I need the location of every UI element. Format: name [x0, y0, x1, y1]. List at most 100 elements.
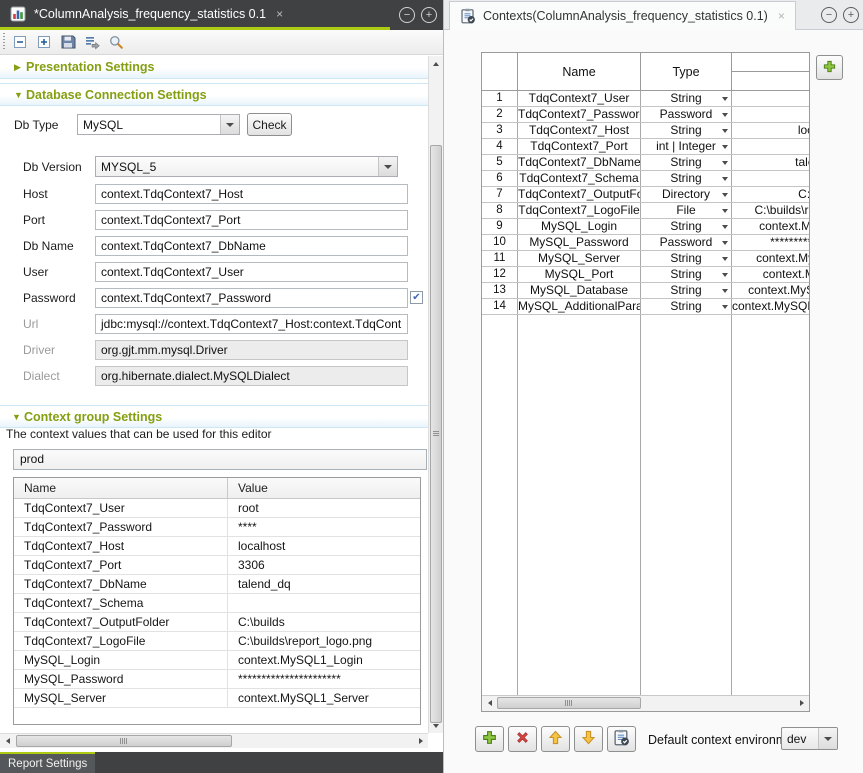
context-variable-row[interactable]: 12MySQL_PortStringcontext.MySQL1_Port — [482, 267, 810, 283]
toolbar-drag-handle[interactable] — [2, 33, 7, 51]
variable-name-cell[interactable]: MySQL_Login — [518, 219, 641, 234]
host-field[interactable]: context.TdqContext7_Host — [95, 184, 408, 204]
table-row[interactable]: MySQL_Password********************** — [14, 670, 420, 689]
variable-name-cell[interactable]: TdqContext7_Host — [518, 123, 641, 138]
chevron-down-icon[interactable] — [722, 145, 728, 149]
context-name-cell[interactable]: MySQL_Password — [14, 670, 228, 688]
scrollbar-thumb[interactable] — [497, 697, 641, 709]
context-variable-row[interactable]: 1TdqContext7_UserString — [482, 91, 810, 107]
context-variable-row[interactable]: 10MySQL_PasswordPassword****************… — [482, 235, 810, 251]
context-name-cell[interactable]: TdqContext7_User — [14, 499, 228, 517]
context-name-cell[interactable]: TdqContext7_Host — [14, 537, 228, 555]
variable-value-cell[interactable]: talend_dq — [732, 155, 810, 170]
variable-name-cell[interactable]: MySQL_Database — [518, 283, 641, 298]
table-row[interactable]: MySQL_Logincontext.MySQL1_Login — [14, 651, 420, 670]
user-field[interactable]: context.TdqContext7_User — [95, 262, 408, 282]
table-row[interactable]: TdqContext7_Userroot — [14, 499, 420, 518]
context-variable-row[interactable]: 9MySQL_LoginStringcontext.MySQL1_Login — [482, 219, 810, 235]
chevron-down-icon[interactable] — [722, 113, 728, 117]
table-row[interactable]: TdqContext7_OutputFolderC:\builds — [14, 613, 420, 632]
context-value-cell[interactable]: root — [228, 499, 420, 517]
table-row[interactable]: TdqContext7_Password**** — [14, 518, 420, 537]
vertical-scrollbar[interactable] — [428, 56, 443, 733]
variable-name-cell[interactable]: TdqContext7_DbName — [518, 155, 641, 170]
column-header-type[interactable]: Type — [641, 53, 732, 90]
context-value-cell[interactable] — [228, 594, 420, 612]
chevron-down-icon[interactable] — [722, 177, 728, 181]
url-field[interactable]: jdbc:mysql://context.TdqContext7_Host:co… — [95, 314, 408, 334]
column-header-name[interactable]: Name — [14, 478, 228, 498]
context-name-cell[interactable]: TdqContext7_Password — [14, 518, 228, 536]
context-name-cell[interactable]: MySQL_Login — [14, 651, 228, 669]
default-context-environment-combo[interactable]: dev — [781, 727, 838, 750]
magnifier-icon[interactable] — [105, 32, 127, 52]
port-field[interactable]: context.TdqContext7_Port — [95, 210, 408, 230]
variable-name-cell[interactable]: TdqContext7_OutputFolder — [518, 187, 641, 202]
scrollbar-thumb[interactable] — [430, 145, 442, 723]
variable-type-cell[interactable]: File — [641, 203, 732, 218]
variable-value-cell[interactable] — [732, 139, 810, 154]
variable-name-cell[interactable]: MySQL_Server — [518, 251, 641, 266]
close-icon[interactable]: × — [778, 9, 785, 23]
tab-report-settings[interactable]: Report Settings — [0, 752, 95, 773]
variable-name-cell[interactable]: TdqContext7_User — [518, 91, 641, 106]
context-name-cell[interactable]: MySQL_Server — [14, 689, 228, 707]
chevron-down-icon[interactable] — [722, 257, 728, 261]
scroll-down-arrow[interactable] — [429, 718, 443, 733]
variable-type-cell[interactable]: String — [641, 251, 732, 266]
variable-type-cell[interactable]: Directory — [641, 187, 732, 202]
add-variable-button[interactable] — [475, 726, 504, 752]
variable-value-cell[interactable]: ********************** — [732, 235, 810, 250]
context-variable-row[interactable]: 8TdqContext7_LogoFileFileC:\builds\repor… — [482, 203, 810, 219]
variable-name-cell[interactable]: TdqContext7_LogoFile — [518, 203, 641, 218]
chevron-down-icon[interactable] — [220, 115, 239, 134]
context-variable-row[interactable]: 4TdqContext7_Portint | Integer — [482, 139, 810, 155]
context-name-cell[interactable]: TdqContext7_LogoFile — [14, 632, 228, 650]
db-name-field[interactable]: context.TdqContext7_DbName — [95, 236, 408, 256]
save-icon[interactable] — [57, 32, 79, 52]
context-variable-row[interactable]: 14MySQL_AdditionalParamsStringcontext.My… — [482, 299, 810, 315]
variable-name-cell[interactable]: MySQL_AdditionalParams — [518, 299, 641, 314]
expand-all-icon[interactable] — [33, 32, 55, 52]
tab-column-analysis[interactable]: *ColumnAnalysis_frequency_statistics 0.1… — [0, 0, 390, 30]
export-settings-icon[interactable] — [81, 32, 103, 52]
column-header-value-group[interactable] — [732, 53, 810, 90]
chevron-down-icon[interactable] — [722, 209, 728, 213]
context-variable-row[interactable]: 13MySQL_DatabaseStringcontext.MySQL1_Dat… — [482, 283, 810, 299]
variable-name-cell[interactable]: TdqContext7_Schema — [518, 171, 641, 186]
section-presentation-settings[interactable]: ▶ Presentation Settings — [0, 56, 428, 79]
context-name-cell[interactable]: TdqContext7_Schema — [14, 594, 228, 612]
chevron-down-icon[interactable] — [722, 97, 728, 101]
column-header-value[interactable]: Value — [228, 478, 268, 498]
variable-value-cell[interactable]: context.MySQL1_Server — [732, 251, 810, 266]
chevron-down-icon[interactable] — [722, 225, 728, 229]
chevron-down-icon[interactable] — [722, 129, 728, 133]
variable-type-cell[interactable]: String — [641, 219, 732, 234]
table-row[interactable]: TdqContext7_DbNametalend_dq — [14, 575, 420, 594]
table-row[interactable]: TdqContext7_Hostlocalhost — [14, 537, 420, 556]
variable-type-cell[interactable]: String — [641, 123, 732, 138]
chevron-down-icon[interactable] — [722, 241, 728, 245]
minimize-view-button[interactable]: − — [399, 7, 415, 23]
variable-value-cell[interactable]: C:\builds — [732, 187, 810, 202]
move-down-button[interactable] — [574, 726, 603, 752]
manage-contexts-button[interactable] — [607, 726, 636, 752]
context-variable-row[interactable]: 6TdqContext7_SchemaString — [482, 171, 810, 187]
variable-value-cell[interactable] — [732, 171, 810, 186]
scrollbar-thumb[interactable] — [16, 735, 232, 747]
variable-type-cell[interactable]: String — [641, 267, 732, 282]
variable-type-cell[interactable]: String — [641, 283, 732, 298]
context-variable-row[interactable]: 11MySQL_ServerStringcontext.MySQL1_Serve… — [482, 251, 810, 267]
maximize-view-button[interactable]: + — [843, 7, 859, 23]
variable-value-cell[interactable] — [732, 91, 810, 106]
context-variable-row[interactable]: 5TdqContext7_DbNameStringtalend_dq — [482, 155, 810, 171]
table-horizontal-scrollbar[interactable] — [482, 695, 809, 711]
context-value-cell[interactable]: C:\builds — [228, 613, 420, 631]
chevron-down-icon[interactable] — [722, 273, 728, 277]
variable-value-cell[interactable]: context.MySQL1_Database — [732, 283, 810, 298]
table-row[interactable]: MySQL_Servercontext.MySQL1_Server — [14, 689, 420, 708]
table-row[interactable]: TdqContext7_Port3306 — [14, 556, 420, 575]
variable-name-cell[interactable]: MySQL_Password — [518, 235, 641, 250]
scroll-right-arrow[interactable] — [794, 696, 809, 710]
scroll-left-arrow[interactable] — [482, 696, 497, 710]
